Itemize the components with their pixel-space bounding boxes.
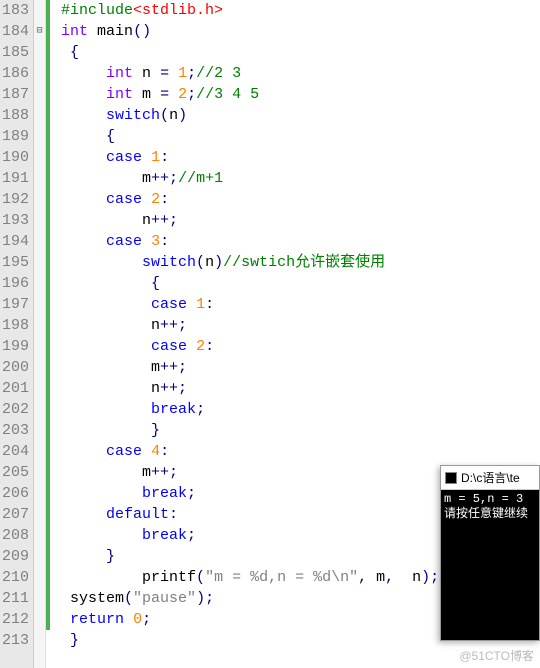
fold-marker — [34, 483, 45, 504]
fold-marker — [34, 609, 45, 630]
fold-marker — [34, 462, 45, 483]
code-line[interactable]: break; — [52, 399, 540, 420]
code-line[interactable]: m++; — [52, 357, 540, 378]
code-line[interactable]: case 2: — [52, 189, 540, 210]
console-title-text: D:\c语言\te — [461, 469, 520, 486]
fold-marker — [34, 315, 45, 336]
console-app-icon — [445, 472, 457, 484]
console-output[interactable]: m = 5,n = 3 请按任意键继续 — [441, 490, 539, 640]
fold-marker — [34, 420, 45, 441]
code-line[interactable]: n++; — [52, 378, 540, 399]
code-line[interactable]: case 4: — [52, 441, 540, 462]
code-line[interactable]: n++; — [52, 315, 540, 336]
code-line[interactable]: case 1: — [52, 147, 540, 168]
fold-marker — [34, 357, 45, 378]
line-number: 195 — [2, 252, 29, 273]
code-line[interactable]: #include<stdlib.h> — [52, 0, 540, 21]
fold-marker — [34, 42, 45, 63]
fold-marker — [34, 189, 45, 210]
line-number: 188 — [2, 105, 29, 126]
fold-marker — [34, 0, 45, 21]
line-number: 209 — [2, 546, 29, 567]
line-number: 202 — [2, 399, 29, 420]
fold-marker — [34, 210, 45, 231]
console-titlebar[interactable]: D:\c语言\te — [441, 466, 539, 490]
fold-marker — [34, 399, 45, 420]
line-number: 199 — [2, 336, 29, 357]
code-line[interactable]: } — [52, 420, 540, 441]
console-window[interactable]: D:\c语言\te m = 5,n = 3 请按任意键继续 — [440, 465, 540, 641]
fold-marker — [34, 105, 45, 126]
line-number: 198 — [2, 315, 29, 336]
code-line[interactable]: switch(n) — [52, 105, 540, 126]
line-number: 196 — [2, 273, 29, 294]
line-number: 200 — [2, 357, 29, 378]
fold-marker — [34, 336, 45, 357]
fold-marker — [34, 588, 45, 609]
code-line[interactable]: { — [52, 126, 540, 147]
line-number: 208 — [2, 525, 29, 546]
line-number: 197 — [2, 294, 29, 315]
line-number: 191 — [2, 168, 29, 189]
line-number: 186 — [2, 63, 29, 84]
line-number: 192 — [2, 189, 29, 210]
line-number: 203 — [2, 420, 29, 441]
line-number: 205 — [2, 462, 29, 483]
code-line[interactable]: int main() — [52, 21, 540, 42]
line-number: 207 — [2, 504, 29, 525]
line-number: 183 — [2, 0, 29, 21]
line-number: 210 — [2, 567, 29, 588]
code-line[interactable]: case 2: — [52, 336, 540, 357]
fold-marker — [34, 525, 45, 546]
line-number: 193 — [2, 210, 29, 231]
fold-marker — [34, 63, 45, 84]
fold-marker — [34, 231, 45, 252]
fold-marker — [34, 294, 45, 315]
line-number: 201 — [2, 378, 29, 399]
code-line[interactable]: switch(n)//swtich允许嵌套使用 — [52, 252, 540, 273]
fold-marker — [34, 546, 45, 567]
code-line[interactable]: int m = 2;//3 4 5 — [52, 84, 540, 105]
fold-marker-column[interactable]: ⊟ — [34, 0, 46, 668]
console-line: m = 5,n = 3 — [444, 492, 523, 506]
line-number: 189 — [2, 126, 29, 147]
fold-marker — [34, 126, 45, 147]
fold-marker — [34, 84, 45, 105]
code-line[interactable]: case 1: — [52, 294, 540, 315]
line-number: 187 — [2, 84, 29, 105]
line-number: 204 — [2, 441, 29, 462]
code-line[interactable]: m++;//m+1 — [52, 168, 540, 189]
console-line: 请按任意键继续 — [444, 507, 528, 521]
fold-marker — [34, 147, 45, 168]
fold-marker — [34, 378, 45, 399]
fold-marker — [34, 441, 45, 462]
code-line[interactable]: { — [52, 42, 540, 63]
line-number: 190 — [2, 147, 29, 168]
fold-marker — [34, 273, 45, 294]
code-line[interactable]: n++; — [52, 210, 540, 231]
line-number: 185 — [2, 42, 29, 63]
fold-marker[interactable]: ⊟ — [34, 21, 45, 42]
fold-marker — [34, 504, 45, 525]
code-line[interactable]: case 3: — [52, 231, 540, 252]
fold-marker — [34, 252, 45, 273]
watermark: @51CTO博客 — [459, 647, 534, 664]
code-line[interactable]: { — [52, 273, 540, 294]
code-line[interactable]: int n = 1;//2 3 — [52, 63, 540, 84]
line-number: 206 — [2, 483, 29, 504]
line-number: 211 — [2, 588, 29, 609]
fold-marker — [34, 168, 45, 189]
line-number: 194 — [2, 231, 29, 252]
line-number-gutter: 1831841851861871881891901911921931941951… — [0, 0, 34, 668]
line-number: 212 — [2, 609, 29, 630]
line-number: 213 — [2, 630, 29, 651]
line-number: 184 — [2, 21, 29, 42]
fold-marker — [34, 630, 45, 651]
fold-marker — [34, 567, 45, 588]
